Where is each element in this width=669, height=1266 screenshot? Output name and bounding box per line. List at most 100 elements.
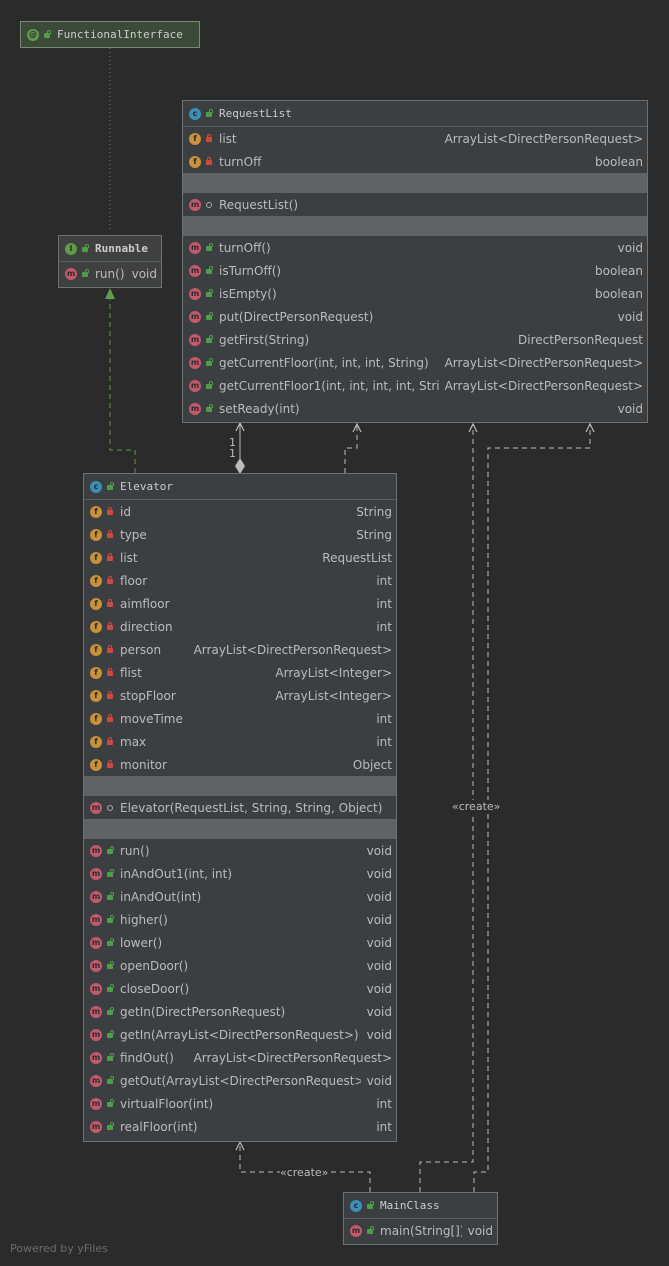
method-row[interactable]: m virtualFloor(int) int [84, 1092, 396, 1115]
method-row[interactable]: m getCurrentFloor1(int, int, int, int, St… [183, 374, 647, 397]
public-modifier-icon [106, 984, 114, 993]
field-name: floor [120, 573, 148, 588]
field-type: ArrayList<DirectPersonRequest> [193, 642, 392, 657]
field-name: max [120, 734, 147, 749]
method-icon: m [65, 267, 77, 280]
method-row[interactable]: m isTurnOff() boolean [183, 259, 647, 282]
private-modifier-icon [205, 134, 213, 143]
method-row[interactable]: m main(String[]) void [344, 1219, 497, 1242]
private-modifier-icon [106, 668, 114, 677]
method-name: inAndOut1(int, int) [120, 866, 233, 881]
package-modifier-icon [205, 200, 213, 209]
method-type: void [366, 981, 392, 996]
field-row[interactable]: f id String [84, 500, 396, 523]
method-row[interactable]: m turnOff() void [183, 236, 647, 259]
constructor-name: RequestList() [219, 197, 299, 212]
method-row[interactable]: m getIn(ArrayList<DirectPersonRequest>) vo… [84, 1023, 396, 1046]
method-row[interactable]: m getIn(DirectPersonRequest) void [84, 1000, 396, 1023]
method-icon: m [90, 982, 102, 995]
method-row[interactable]: m higher() void [84, 908, 396, 931]
method-return-type: void [467, 1223, 493, 1238]
field-row[interactable]: f flist ArrayList<Integer> [84, 661, 396, 684]
public-modifier-icon [205, 243, 213, 252]
method-row[interactable]: m openDoor() void [84, 954, 396, 977]
field-row[interactable]: f monitor Object [84, 753, 396, 776]
method-row[interactable]: m run() void [84, 839, 396, 862]
field-row[interactable]: f person ArrayList<DirectPersonRequest> [84, 638, 396, 661]
method-row[interactable]: m inAndOut(int) void [84, 885, 396, 908]
public-modifier-icon [205, 289, 213, 298]
public-modifier-icon [106, 1122, 114, 1131]
field-row[interactable]: f list ArrayList<DirectPersonRequest> [183, 127, 647, 150]
method-type: void [366, 935, 392, 950]
private-modifier-icon [106, 599, 114, 608]
method-name: openDoor() [120, 958, 189, 973]
field-type: boolean [595, 154, 643, 169]
elevator-node[interactable]: c Elevator f id String f type String f list Requ… [83, 473, 397, 1142]
method-row[interactable]: m getFirst(String) DirectPersonRequest [183, 328, 647, 351]
method-type: boolean [595, 286, 643, 301]
method-name: higher() [120, 912, 168, 927]
public-modifier-icon [205, 358, 213, 367]
field-icon: f [189, 155, 201, 168]
method-row[interactable]: m setReady(int) void [183, 397, 647, 420]
field-row[interactable]: f moveTime int [84, 707, 396, 730]
requestlist-node[interactable]: c RequestList f list ArrayList<DirectPerso… [182, 100, 648, 423]
private-modifier-icon [106, 553, 114, 562]
field-row[interactable]: f max int [84, 730, 396, 753]
field-icon: f [90, 758, 102, 771]
method-row[interactable]: m isEmpty() boolean [183, 282, 647, 305]
method-icon: m [90, 867, 102, 880]
field-row[interactable]: f floor int [84, 569, 396, 592]
field-name: monitor [120, 757, 167, 772]
field-row[interactable]: f stopFloor ArrayList<Integer> [84, 684, 396, 707]
field-type: String [356, 527, 392, 542]
field-row[interactable]: f list RequestList [84, 546, 396, 569]
method-row[interactable]: m inAndOut1(int, int) void [84, 862, 396, 885]
annotation-icon: @ [27, 28, 39, 41]
method-row[interactable]: m run() void [59, 262, 161, 285]
method-name: turnOff() [219, 240, 271, 255]
field-row[interactable]: f aimfloor int [84, 592, 396, 615]
constructor-row[interactable]: m Elevator(RequestList, String, String, O… [84, 796, 396, 819]
mainclass-node[interactable]: c MainClass m main(String[]) void [343, 1192, 498, 1245]
functional-interface-node[interactable]: @ FunctionalInterface [20, 21, 200, 48]
method-name: inAndOut(int) [120, 889, 202, 904]
method-type: void [366, 958, 392, 973]
method-name: getIn(DirectPersonRequest) [120, 1004, 286, 1019]
package-modifier-icon [106, 803, 114, 812]
private-modifier-icon [106, 530, 114, 539]
multiplicity-label-bottom: 1 [229, 447, 236, 460]
realization-edge [109, 298, 136, 473]
method-row[interactable]: m closeDoor() void [84, 977, 396, 1000]
field-type: ArrayList<Integer> [275, 688, 392, 703]
section-separator [84, 819, 396, 839]
method-icon: m [189, 264, 201, 277]
method-row[interactable]: m findOut() ArrayList<DirectPersonRequest> [84, 1046, 396, 1069]
method-row[interactable]: m getOut(ArrayList<DirectPersonRequest>) v… [84, 1069, 396, 1092]
method-icon: m [90, 936, 102, 949]
field-row[interactable]: f turnOff boolean [183, 150, 647, 173]
method-row[interactable]: m getCurrentFloor(int, int, int, String) A… [183, 351, 647, 374]
field-icon: f [90, 597, 102, 610]
method-name: getCurrentFloor(int, int, int, String) [219, 355, 429, 370]
constructor-row[interactable]: m RequestList() [183, 193, 647, 216]
public-modifier-icon [205, 335, 213, 344]
method-type: void [366, 843, 392, 858]
field-row[interactable]: f type String [84, 523, 396, 546]
field-name: type [120, 527, 147, 542]
method-row[interactable]: m lower() void [84, 931, 396, 954]
public-modifier-icon [106, 1030, 114, 1039]
method-row[interactable]: m put(DirectPersonRequest) void [183, 305, 647, 328]
method-icon: m [90, 844, 102, 857]
method-icon: m [189, 241, 201, 254]
field-row[interactable]: f direction int [84, 615, 396, 638]
method-name: getFirst(String) [219, 332, 310, 347]
method-row[interactable]: m realFloor(int) int [84, 1115, 396, 1138]
method-name: closeDoor() [120, 981, 190, 996]
method-icon: m [189, 310, 201, 323]
dependency-edge-elevator-requestlist [344, 424, 358, 473]
runnable-node[interactable]: I Runnable m run() void [58, 235, 162, 288]
field-icon: f [90, 551, 102, 564]
node-title: Elevator [120, 480, 173, 493]
